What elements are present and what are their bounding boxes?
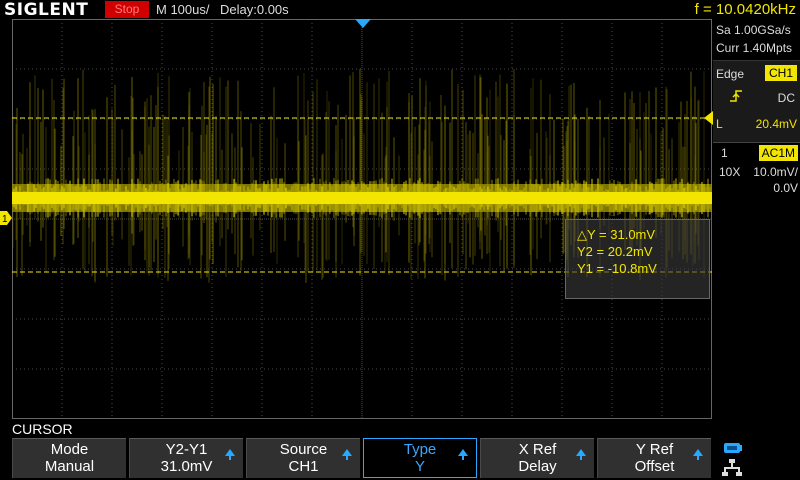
trigger-level-marker[interactable] [704, 111, 713, 125]
run-stop-badge[interactable]: Stop [105, 1, 149, 18]
channel1-volts-per-div: 10.0mV/ [753, 165, 798, 179]
softkey-value: Delay [518, 458, 557, 475]
trigger-level-label: L [716, 117, 723, 131]
softkey-y-ref[interactable]: Y Ref Offset [597, 438, 711, 478]
channel1-offset: 0.0V [773, 181, 798, 195]
waveform-display[interactable]: 1 △Y = 31.0mV Y2 = 20.2mV Y1 = -10.8mV [0, 19, 713, 419]
channel1-coupling-badge: AC1M [758, 145, 798, 161]
ch1-trace [12, 178, 712, 218]
memory-depth: Curr 1.40Mpts [716, 41, 793, 55]
sample-rate: Sa 1.00GSa/s [716, 23, 791, 37]
y2-readout: Y2 = 20.2mV [577, 244, 653, 259]
delta-y-readout: △Y = 31.0mV [577, 227, 656, 242]
trigger-coupling: DC [777, 91, 795, 105]
softkey-mode[interactable]: Mode Manual [12, 438, 126, 478]
softkey-menu: Mode Manual Y2-Y1 31.0mV Source CH1 Type… [12, 438, 712, 480]
up-arrow-icon [693, 449, 703, 460]
usb-storage-icon [724, 443, 742, 453]
softkey-value: CH1 [288, 458, 319, 475]
cursor-readout-box: △Y = 31.0mV Y2 = 20.2mV Y1 = -10.8mV [565, 219, 710, 299]
trigger-type: Edge [716, 67, 745, 81]
softkey-value: Manual [44, 458, 95, 475]
softkey-value: Y [414, 458, 425, 475]
up-arrow-icon [225, 449, 235, 460]
softkey-x-ref[interactable]: X Ref Delay [480, 438, 594, 478]
softkey-label: Mode [50, 441, 89, 458]
softkey-source[interactable]: Source CH1 [246, 438, 360, 478]
trigger-source-badge: CH1 [764, 65, 797, 81]
up-arrow-icon [342, 449, 352, 460]
softkey-value: 31.0mV [160, 458, 213, 475]
timebase-readout: M 100us/ [156, 2, 210, 17]
softkey-value: Offset [634, 458, 675, 475]
trigger-level-value: 20.4mV [755, 117, 797, 131]
rising-edge-icon [730, 90, 742, 102]
softkey-y2-y1[interactable]: Y2-Y1 31.0mV [129, 438, 243, 478]
channel1-probe: 10X [719, 165, 741, 179]
up-arrow-icon [576, 449, 586, 460]
status-icons [722, 443, 742, 476]
brand-logo: SIGLENT [4, 0, 89, 20]
channel1-number: 1 [721, 146, 728, 160]
ch1-offset-marker[interactable]: 1 [0, 211, 12, 225]
info-panel: Sa 1.00GSa/s Curr 1.40Mpts Edge CH1 DC L… [713, 19, 800, 439]
ch1-marker-label: 1 [2, 214, 8, 225]
network-icon [722, 459, 742, 476]
delay-readout: Delay:0.00s [220, 2, 289, 17]
y1-readout: Y1 = -10.8mV [577, 261, 657, 276]
channel1-panel[interactable]: 1 AC1M 10X 10.0mV/ 0.0V [713, 142, 800, 198]
menu-title: CURSOR [12, 421, 73, 437]
up-arrow-icon [458, 449, 468, 460]
status-bar: SIGLENT Stop M 100us/ Delay:0.00s f = 10… [0, 0, 800, 20]
softkey-type[interactable]: Type Y [363, 438, 477, 478]
frequency-counter: f = 10.0420kHz [694, 1, 796, 18]
